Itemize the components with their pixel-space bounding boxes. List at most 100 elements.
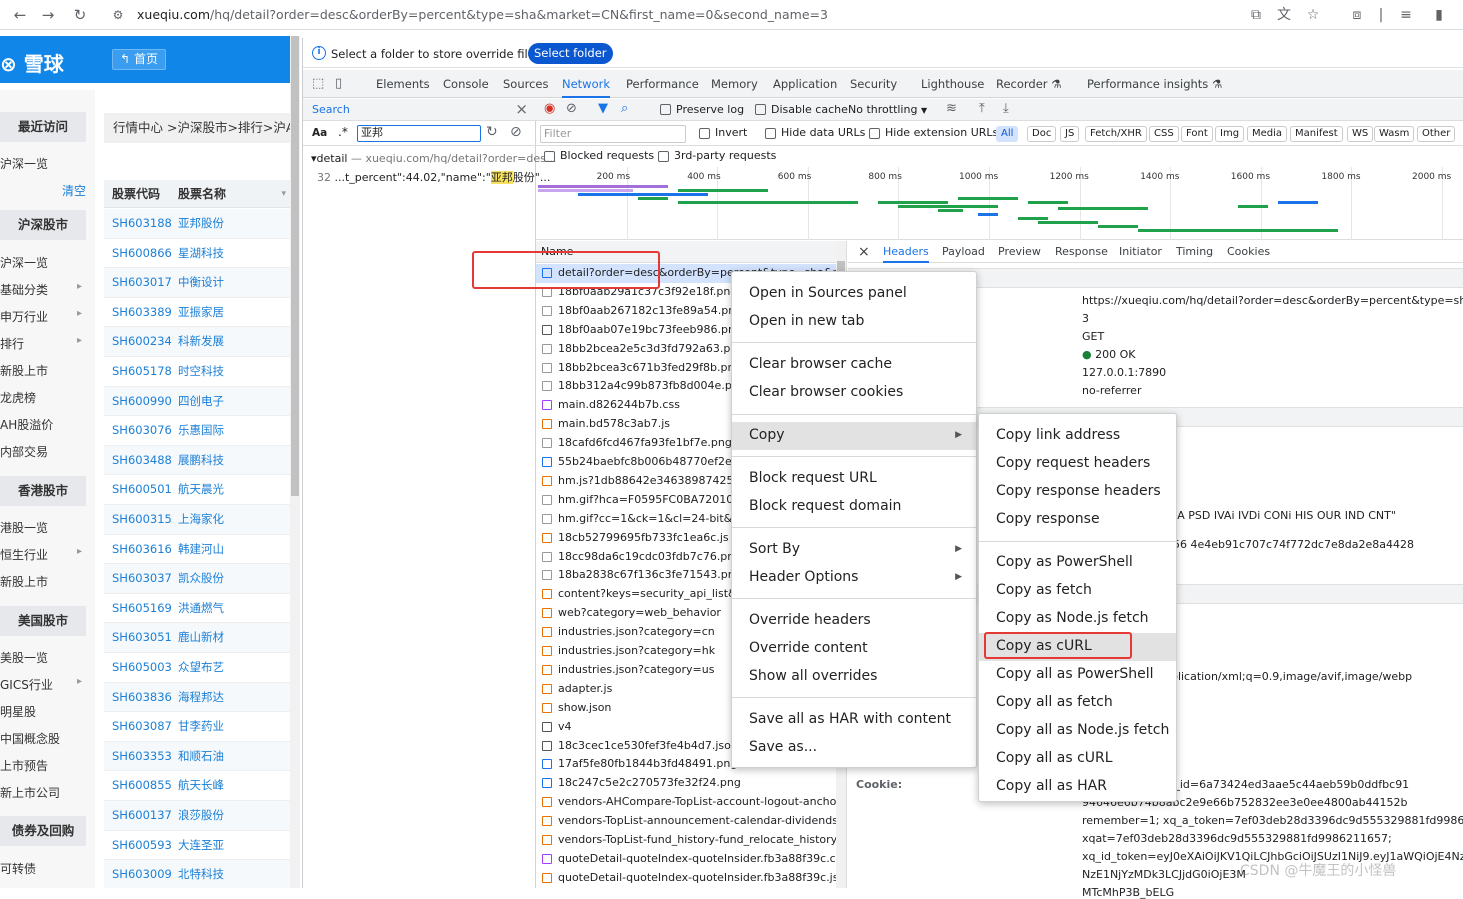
match-case-toggle[interactable]: Aa (312, 127, 327, 139)
filter-icon[interactable]: ▼ (598, 101, 608, 116)
table-row[interactable]: SH603188 亚邦股份 (104, 209, 290, 239)
hide-ext-urls-checkbox[interactable] (869, 128, 880, 139)
table-row[interactable]: SH603017 中衡设计 (104, 268, 290, 298)
stock-name[interactable]: 甘李药业 (178, 712, 224, 741)
tab-console[interactable]: Console (443, 70, 489, 98)
download-icon[interactable]: ⤓ (1003, 101, 1009, 116)
third-party-checkbox[interactable] (658, 151, 669, 162)
hide-data-urls-checkbox[interactable] (765, 128, 776, 139)
menu-item[interactable]: Override content (732, 635, 976, 663)
stock-name[interactable]: 和顺石油 (178, 742, 224, 771)
tab-headers[interactable]: Headers (883, 241, 929, 263)
type-filter-ws[interactable]: WS (1347, 126, 1374, 142)
copy-menu-item[interactable]: Copy all as HAR (979, 773, 1176, 801)
scrollbar-thumb[interactable] (291, 36, 299, 496)
menu-item[interactable]: Header Options ▶ (732, 564, 976, 592)
close-icon[interactable]: × (515, 100, 528, 118)
address-bar[interactable]: xueqiu.com/hq/detail?order=desc&orderBy=… (137, 7, 828, 22)
table-row[interactable]: SH605003 众望布艺 (104, 653, 290, 683)
type-filter-xhr[interactable]: Fetch/XHR (1085, 126, 1147, 142)
nav-item[interactable]: GICS行业 ▸ (0, 676, 86, 693)
copy-menu-item[interactable]: Copy as fetch (979, 577, 1176, 605)
stock-name[interactable]: 洪通燃气 (178, 594, 224, 623)
search-tab-title[interactable]: Search (312, 103, 350, 116)
stock-code[interactable]: SH603037 (112, 564, 172, 593)
type-filter-wasm[interactable]: Wasm (1374, 126, 1415, 142)
type-filter-all[interactable]: All (996, 126, 1019, 142)
stock-name[interactable]: 乐惠国际 (178, 416, 224, 445)
copy-menu-item[interactable]: Copy response (979, 506, 1176, 534)
bookmark-star-icon[interactable]: ☆ (1304, 6, 1322, 24)
copy-menu-item[interactable]: Copy response headers (979, 478, 1176, 506)
menu-item[interactable]: Clear browser cache (732, 351, 976, 379)
install-app-icon[interactable]: ⧉ (1247, 6, 1265, 24)
stock-name[interactable]: 科新发展 (178, 327, 224, 356)
copy-menu-item[interactable]: Copy as PowerShell (979, 549, 1176, 577)
select-folder-button[interactable]: Select folder (528, 43, 613, 64)
menu-item[interactable]: Show all overrides (732, 663, 976, 691)
upload-icon[interactable]: ⤒ (979, 101, 985, 116)
stock-code[interactable]: SH605003 (112, 653, 172, 682)
reload-icon[interactable]: ↻ (70, 5, 90, 25)
menu-item[interactable]: Clear browser cookies (732, 379, 976, 407)
menu-item[interactable]: Sort By ▶ (732, 536, 976, 564)
stock-code[interactable]: SH600137 (112, 801, 172, 830)
table-row[interactable]: SH600593 大连圣亚 (104, 831, 290, 861)
device-toolbar-icon[interactable]: ▯ (335, 70, 342, 98)
copy-menu-item[interactable]: Copy as Node.js fetch (979, 605, 1176, 633)
copy-menu-item[interactable]: Copy as cURL (979, 633, 1176, 661)
blocked-requests-checkbox[interactable] (544, 151, 555, 162)
clear-recent-link[interactable]: 清空 (62, 182, 86, 199)
tab-sources[interactable]: Sources (503, 70, 549, 98)
stock-code[interactable]: SH600593 (112, 831, 172, 860)
site-logo[interactable]: ⊗ 雪球 (0, 48, 64, 77)
tab-initiator[interactable]: Initiator (1119, 241, 1162, 263)
stock-name[interactable]: 海程邦达 (178, 683, 224, 712)
type-filter-doc[interactable]: Doc (1027, 126, 1057, 142)
nav-item[interactable]: 新股上市 (0, 573, 86, 590)
nav-item[interactable]: 基础分类 ▸ (0, 281, 86, 298)
col-header-name[interactable]: 股票名称 (178, 180, 226, 208)
table-row[interactable]: SH605169 洪通燃气 (104, 594, 290, 624)
stock-code[interactable]: SH603087 (112, 712, 172, 741)
network-overview[interactable]: 200 ms 400 ms 600 ms 800 ms 1000 ms 1200 ms 14… (536, 167, 1463, 240)
nav-item[interactable]: 沪深一览 (0, 254, 86, 271)
table-row[interactable]: SH603389 亚振家居 (104, 298, 290, 328)
refresh-icon[interactable]: ↻ (486, 124, 498, 140)
tab-performance[interactable]: Performance (626, 70, 699, 98)
nav-item[interactable]: 龙虎榜 (0, 389, 86, 406)
table-row[interactable]: SH600501 航天晨光 (104, 475, 290, 505)
stock-code[interactable]: SH605169 (112, 594, 172, 623)
home-button[interactable]: ↰ 首页 (112, 49, 166, 70)
search-icon[interactable]: ⌕ (621, 101, 628, 116)
search-result-file[interactable]: ▾detail — xueqiu.com/hq/detail?order=des… (311, 152, 556, 165)
nav-item[interactable]: 申万行业 ▸ (0, 308, 86, 325)
stock-name[interactable]: 浪莎股份 (178, 801, 224, 830)
stock-code[interactable]: SH603616 (112, 535, 172, 564)
type-filter-other[interactable]: Other (1417, 126, 1456, 142)
tab-memory[interactable]: Memory (711, 70, 758, 98)
copy-menu-item[interactable]: Copy all as fetch (979, 689, 1176, 717)
stock-name[interactable]: 星湖科技 (178, 239, 224, 268)
request-row[interactable]: quoteDetail-quoteIndex-quoteInsider.fb3a… (536, 869, 836, 888)
stock-name[interactable]: 众望布艺 (178, 653, 224, 682)
menu-item[interactable]: Save all as HAR with content (732, 706, 976, 734)
search-input[interactable]: 亚邦 (357, 125, 481, 142)
tab-payload[interactable]: Payload (942, 241, 985, 263)
throttling-select[interactable]: No throttling ▼ (848, 103, 927, 116)
stock-code[interactable]: SH603076 (112, 416, 172, 445)
stock-code[interactable]: SH603051 (112, 623, 172, 652)
nav-item[interactable]: 美股一览 (0, 649, 86, 666)
stock-code[interactable]: SH603009 (112, 860, 172, 888)
page-scrollbar[interactable] (290, 36, 300, 888)
table-row[interactable]: SH600315 上海家化 (104, 505, 290, 535)
stock-name[interactable]: 时空科技 (178, 357, 224, 386)
menu-item[interactable]: Open in Sources panel (732, 280, 976, 308)
tab-elements[interactable]: Elements (376, 70, 430, 98)
preserve-log-checkbox[interactable] (660, 104, 671, 115)
tab-preview[interactable]: Preview (998, 241, 1041, 263)
regex-toggle[interactable]: .* (338, 125, 348, 139)
tab-timing[interactable]: Timing (1176, 241, 1213, 263)
menu-item[interactable]: Block request URL (732, 465, 976, 493)
nav-item[interactable]: 港股一览 (0, 519, 86, 536)
